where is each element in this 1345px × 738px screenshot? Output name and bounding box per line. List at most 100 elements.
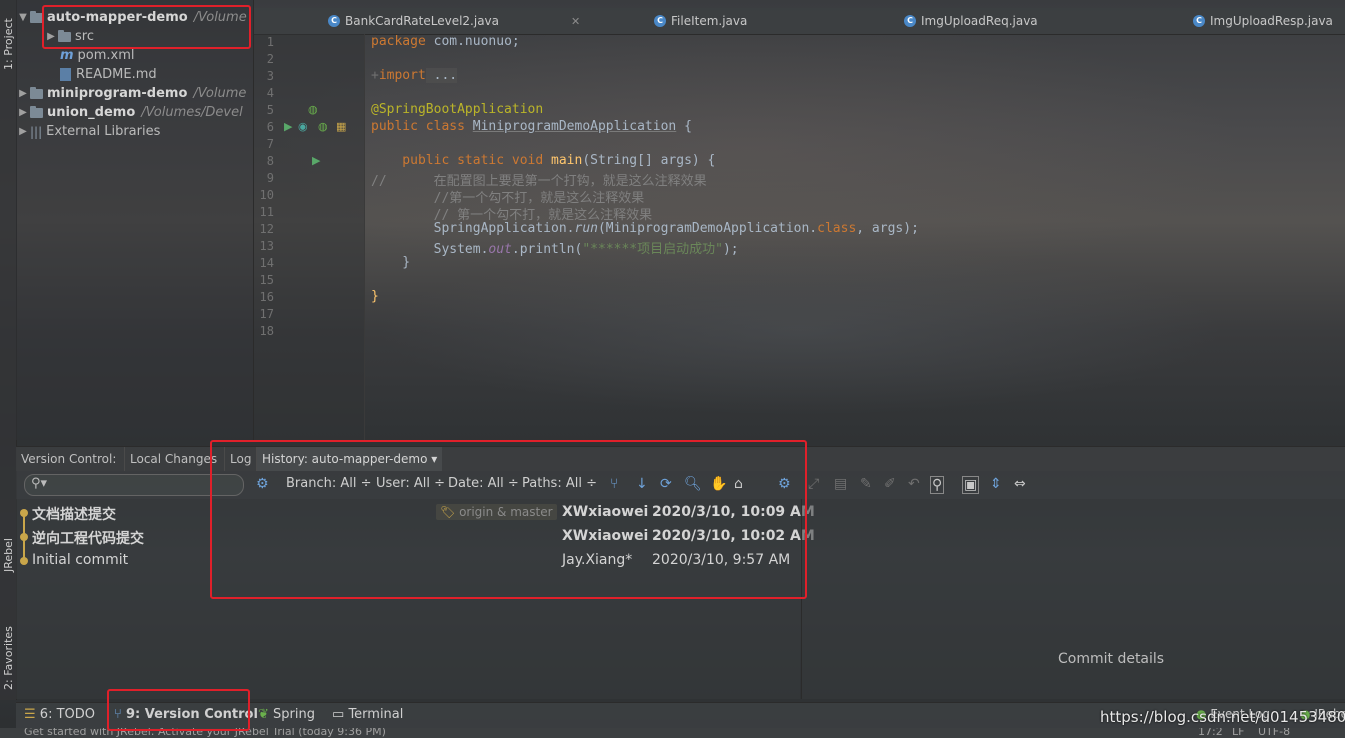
line-separator[interactable]: LF	[1232, 728, 1244, 738]
keyword: public class	[371, 119, 465, 134]
tree-item-miniprogram-demo[interactable]: ▶ miniprogram-demo /Volume	[16, 84, 246, 103]
editor-tab-bar: C BankCardRateLevel2.java ✕ C FileItem.j…	[254, 8, 1345, 35]
expand-all-icon[interactable]: ⇕	[990, 476, 1002, 492]
file-encoding[interactable]: UTF-8	[1258, 728, 1290, 738]
tree-item-label: External Libraries	[46, 124, 161, 139]
editor-gutter: 1 2 3 4 5 6 7 8 9 10 11 12 13 14 15 16 1…	[254, 34, 365, 440]
highlight-project-box	[42, 5, 251, 49]
todo-icon: ☰	[24, 707, 36, 722]
libraries-icon: |||	[30, 124, 43, 139]
commit-message: Initial commit	[32, 552, 129, 568]
group-icon[interactable]: ▣	[962, 476, 980, 494]
line-number: 13	[259, 239, 274, 253]
component-scan-icon[interactable]: ▦	[336, 120, 346, 133]
java-class-icon: C	[904, 15, 916, 27]
line-number: 4	[266, 86, 274, 100]
line-number: 3	[266, 69, 274, 83]
tab-local-changes[interactable]: Local Changes	[124, 447, 222, 471]
spring-config-icon[interactable]: ◉	[298, 120, 308, 133]
collapse-arrow-icon[interactable]: ▶	[16, 126, 30, 137]
tree-item-path: /Volumes/Devel	[141, 105, 243, 120]
watermark-text: https://blog.csdn.net/u014534808	[1100, 708, 1345, 726]
expand-icon[interactable]: ⤢	[808, 476, 819, 492]
code-line-13: SpringApplication.run(MiniprogramDemoApp…	[371, 221, 919, 236]
highlight-version-control-box	[107, 689, 250, 731]
java-class-icon: C	[328, 15, 340, 27]
terminal-tool-tab[interactable]: ▭ Terminal	[332, 707, 403, 722]
tool-tab-label: Terminal	[348, 707, 404, 722]
code-line-17: }	[371, 289, 379, 304]
line-number: 5	[266, 103, 274, 117]
tab-fileitem[interactable]: C FileItem.java	[654, 8, 747, 34]
collapse-arrow-icon[interactable]: ▶	[16, 107, 30, 118]
caret-position[interactable]: 17:2	[1198, 728, 1223, 738]
collapse-arrow-icon[interactable]: ▶	[16, 88, 30, 99]
tree-item-external-libraries[interactable]: ▶ ||| External Libraries	[16, 122, 160, 141]
tree-item-path: /Volume	[193, 86, 247, 101]
code-line-6: @SpringBootApplication	[371, 102, 544, 117]
tab-imguploadreq[interactable]: C ImgUploadReq.java	[904, 8, 1038, 34]
code-line-9: public static void main(String[] args) {	[371, 153, 715, 168]
line-number: 15	[259, 273, 274, 287]
commit-dot-icon	[20, 509, 28, 517]
spring-bean-icon[interactable]: ◍	[318, 120, 328, 133]
project-tree-panel: ▼ auto-mapper-demo /Volume ▶ src m pom.x…	[16, 0, 254, 440]
line-number: 10	[259, 188, 274, 202]
revert-icon[interactable]: ↶	[908, 476, 920, 492]
tool-tab-label: Spring	[273, 707, 315, 722]
tab-imguploadresp[interactable]: C ImgUploadResp.java	[1193, 8, 1333, 34]
code-line-7: public class MiniprogramDemoApplication …	[371, 119, 692, 134]
tree-item-readme[interactable]: README.md	[60, 65, 157, 84]
highlight-history-box	[210, 440, 807, 599]
line-number: 2	[266, 52, 274, 66]
close-icon[interactable]: ✕	[571, 15, 580, 28]
line-number: 8	[266, 154, 274, 168]
vc-panel-title: Version Control:	[21, 452, 117, 466]
tool-tab-label: 6: TODO	[39, 707, 95, 722]
edit-source-icon[interactable]: ✐	[884, 476, 896, 492]
code-line-3: +import ...	[371, 68, 458, 83]
tree-item-label: union_demo	[47, 105, 136, 120]
code-text: );	[722, 242, 739, 257]
code-text: {	[676, 119, 692, 134]
keyword: public static void	[371, 153, 544, 168]
commit-dot-icon	[20, 557, 28, 565]
maven-icon: m	[60, 48, 74, 63]
run-icon[interactable]: ▶	[312, 154, 320, 167]
commit-details-panel: Commit details	[801, 499, 1345, 699]
expand-arrow-icon[interactable]: ▼	[16, 12, 30, 23]
edit-icon[interactable]: ✎	[860, 476, 872, 492]
method-name: main	[543, 153, 583, 168]
fold-icon[interactable]: +	[371, 68, 379, 83]
tab-bankcardratelevel2[interactable]: C BankCardRateLevel2.java ✕	[328, 8, 580, 34]
preview-icon[interactable]: ⚲	[930, 476, 945, 494]
code-text: SpringApplication.	[371, 221, 575, 236]
field-name: out	[488, 242, 512, 257]
markdown-file-icon	[60, 68, 71, 81]
code-line-14: System.out.println("******项目启动成功");	[371, 238, 739, 257]
collapse-all-icon[interactable]: ⇔	[1014, 476, 1026, 492]
terminal-icon: ▭	[332, 707, 345, 722]
java-class-icon: C	[1193, 15, 1205, 27]
project-tab-label: 1: Project	[2, 18, 15, 70]
spring-tool-tab[interactable]: ❦ Spring	[258, 707, 315, 722]
string-literal: "******项目启动成功"	[582, 242, 723, 257]
line-number: 17	[259, 307, 274, 321]
spring-bean-icon[interactable]: ◍	[308, 103, 318, 116]
keyword: package	[371, 34, 426, 49]
module-folder-icon	[30, 86, 43, 99]
tree-item-union-demo[interactable]: ▶ union_demo /Volumes/Devel	[16, 103, 243, 122]
tree-item-label: pom.xml	[77, 48, 135, 63]
java-class-icon: C	[654, 15, 666, 27]
code-text: (String[] args) {	[582, 153, 716, 168]
code-text: (MiniprogramDemoApplication.	[597, 221, 818, 236]
line-number: 14	[259, 256, 274, 270]
changes-icon[interactable]: ▤	[834, 476, 847, 492]
run-icon[interactable]: ▶	[284, 120, 292, 133]
line-number: 1	[266, 35, 274, 49]
line-number: 12	[259, 222, 274, 236]
todo-tool-tab[interactable]: ☰ 6: TODO	[24, 707, 95, 722]
folded-imports[interactable]: ...	[425, 68, 458, 83]
commit-message: 逆向工程代码提交	[32, 531, 144, 547]
method-name: run	[574, 221, 598, 236]
